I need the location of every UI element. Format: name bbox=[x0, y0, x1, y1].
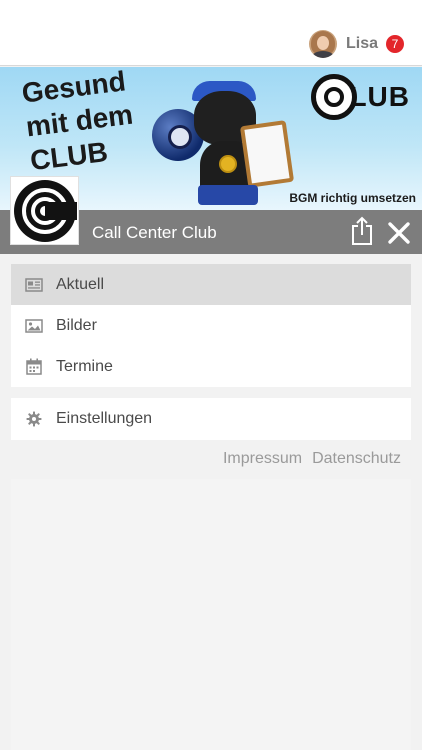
username[interactable]: Lisa bbox=[346, 35, 378, 53]
menu-item-label: Termine bbox=[56, 357, 113, 375]
footer-links: Impressum Datenschutz bbox=[213, 450, 401, 468]
club-name: Call Center Club bbox=[92, 223, 217, 242]
newspaper-icon bbox=[25, 276, 43, 294]
share-button[interactable] bbox=[349, 216, 375, 246]
calendar-icon bbox=[25, 358, 43, 376]
banner-dog-illustration bbox=[152, 79, 295, 210]
menu-item-label: Bilder bbox=[56, 316, 97, 334]
club-logo bbox=[10, 176, 79, 245]
menu-item-einstellungen[interactable]: Einstellungen bbox=[11, 398, 411, 439]
shorts-graphic bbox=[198, 185, 258, 205]
avatar-body bbox=[311, 51, 334, 58]
menu-item-bilder[interactable]: Bilder bbox=[11, 305, 411, 346]
close-button[interactable] bbox=[386, 220, 412, 246]
menu-item-aktuell[interactable]: Aktuell bbox=[11, 264, 411, 305]
user-menu[interactable]: Lisa 7 bbox=[308, 30, 404, 58]
image-icon bbox=[25, 317, 43, 335]
avatar[interactable] bbox=[308, 30, 337, 58]
menu-item-termine[interactable]: Termine bbox=[11, 346, 411, 387]
medal-graphic bbox=[219, 155, 237, 173]
notification-badge[interactable]: 7 bbox=[386, 35, 404, 53]
top-bar: Lisa 7 bbox=[0, 0, 422, 66]
avatar-face bbox=[316, 36, 329, 50]
main-menu: Aktuell Bilder Termine bbox=[11, 264, 411, 387]
menu-item-label: Einstellungen bbox=[56, 409, 153, 427]
impressum-link[interactable]: Impressum bbox=[223, 450, 302, 468]
banner-headline: Gesund mit dem CLUB bbox=[20, 67, 139, 178]
share-icon bbox=[352, 216, 372, 245]
clipboard-graphic bbox=[239, 120, 295, 188]
club-logo-mark bbox=[13, 179, 77, 242]
close-icon bbox=[388, 222, 410, 244]
club-logo-circle bbox=[311, 74, 358, 120]
menu-item-label: Aktuell bbox=[56, 275, 105, 293]
club-logo-text: LUB bbox=[349, 81, 410, 112]
datenschutz-link[interactable]: Datenschutz bbox=[312, 450, 401, 468]
gear-icon bbox=[25, 410, 43, 428]
settings-menu: Einstellungen bbox=[11, 398, 411, 440]
content-area bbox=[11, 479, 411, 750]
banner-club-logo: LUB bbox=[311, 74, 410, 120]
banner-slogan: BGM richtig umsetzen bbox=[289, 191, 416, 205]
